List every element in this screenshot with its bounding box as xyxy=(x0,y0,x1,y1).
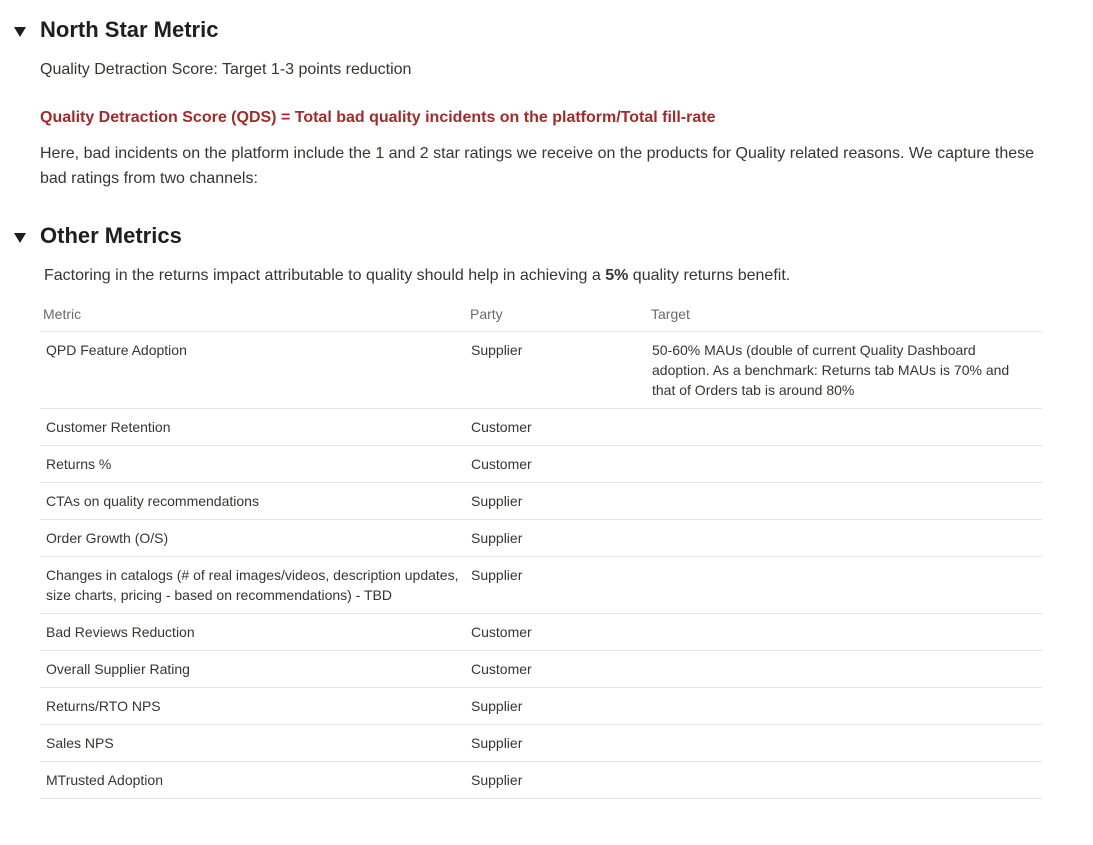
table-row: QPD Feature Adoption Supplier 50-60% MAUs … xyxy=(40,331,1042,409)
cell-metric: Bad Reviews Reduction xyxy=(40,613,465,651)
metrics-table-body: QPD Feature Adoption Supplier 50-60% MAUs … xyxy=(40,331,1042,799)
cell-target xyxy=(646,724,1042,762)
cell-metric: MTrusted Adoption xyxy=(40,761,465,799)
table-row: MTrusted Adoption Supplier xyxy=(40,761,1042,799)
cell-party: Supplier xyxy=(465,482,646,520)
table-row: Bad Reviews Reduction Customer xyxy=(40,613,1042,651)
table-row: Returns/RTO NPS Supplier xyxy=(40,687,1042,725)
qds-formula: Quality Detraction Score (QDS) = Total b… xyxy=(40,109,716,126)
header-target: Target xyxy=(646,296,1042,332)
cell-target: 50-60% MAUs (double of current Quality D… xyxy=(646,331,1042,409)
cell-metric: QPD Feature Adoption xyxy=(40,331,465,409)
other-metrics-intro: Factoring in the returns impact attribut… xyxy=(44,263,790,288)
cell-party: Supplier xyxy=(465,556,646,614)
other-metrics-heading: Other Metrics xyxy=(40,223,182,248)
cell-target xyxy=(646,761,1042,799)
table-row: Customer Retention Customer xyxy=(40,408,1042,446)
table-row: CTAs on quality recommendations Supplier xyxy=(40,482,1042,520)
cell-party: Supplier xyxy=(465,331,646,409)
qds-description: Here, bad incidents on the platform incl… xyxy=(40,145,1035,187)
cell-target xyxy=(646,482,1042,520)
toggle-triangle-down-icon[interactable] xyxy=(13,231,27,245)
cell-metric: CTAs on quality recommendations xyxy=(40,482,465,520)
cell-party: Customer xyxy=(465,650,646,688)
cell-target xyxy=(646,556,1042,614)
toggle-triangle-down-icon[interactable] xyxy=(13,25,27,39)
cell-metric: Customer Retention xyxy=(40,408,465,446)
cell-party: Supplier xyxy=(465,687,646,725)
table-row: Overall Supplier Rating Customer xyxy=(40,650,1042,688)
cell-target xyxy=(646,408,1042,446)
cell-metric: Returns % xyxy=(40,445,465,483)
cell-target xyxy=(646,519,1042,557)
cell-metric: Order Growth (O/S) xyxy=(40,519,465,557)
cell-metric: Overall Supplier Rating xyxy=(40,650,465,688)
cell-metric: Changes in catalogs (# of real images/vi… xyxy=(40,556,465,614)
north-star-heading: North Star Metric xyxy=(40,17,219,42)
table-row: Changes in catalogs (# of real images/vi… xyxy=(40,556,1042,614)
table-row: Sales NPS Supplier xyxy=(40,724,1042,762)
intro-prefix: Factoring in the returns impact attribut… xyxy=(44,267,606,284)
header-metric: Metric xyxy=(40,296,465,332)
cell-party: Customer xyxy=(465,445,646,483)
cell-target xyxy=(646,650,1042,688)
cell-party: Supplier xyxy=(465,519,646,557)
cell-party: Customer xyxy=(465,613,646,651)
table-header-row: Metric Party Target xyxy=(40,296,1042,332)
cell-target xyxy=(646,687,1042,725)
north-star-subtitle: Quality Detraction Score: Target 1-3 poi… xyxy=(40,61,412,78)
cell-party: Supplier xyxy=(465,761,646,799)
intro-suffix: quality returns benefit. xyxy=(628,267,791,284)
cell-metric: Returns/RTO NPS xyxy=(40,687,465,725)
header-party: Party xyxy=(465,296,646,332)
table-row: Returns % Customer xyxy=(40,445,1042,483)
cell-target xyxy=(646,613,1042,651)
table-row: Order Growth (O/S) Supplier xyxy=(40,519,1042,557)
cell-metric: Sales NPS xyxy=(40,724,465,762)
cell-party: Customer xyxy=(465,408,646,446)
cell-party: Supplier xyxy=(465,724,646,762)
cell-target xyxy=(646,445,1042,483)
metrics-table: Metric Party Target QPD Feature Adoption… xyxy=(40,296,1042,799)
intro-bold-value: 5% xyxy=(605,267,629,284)
